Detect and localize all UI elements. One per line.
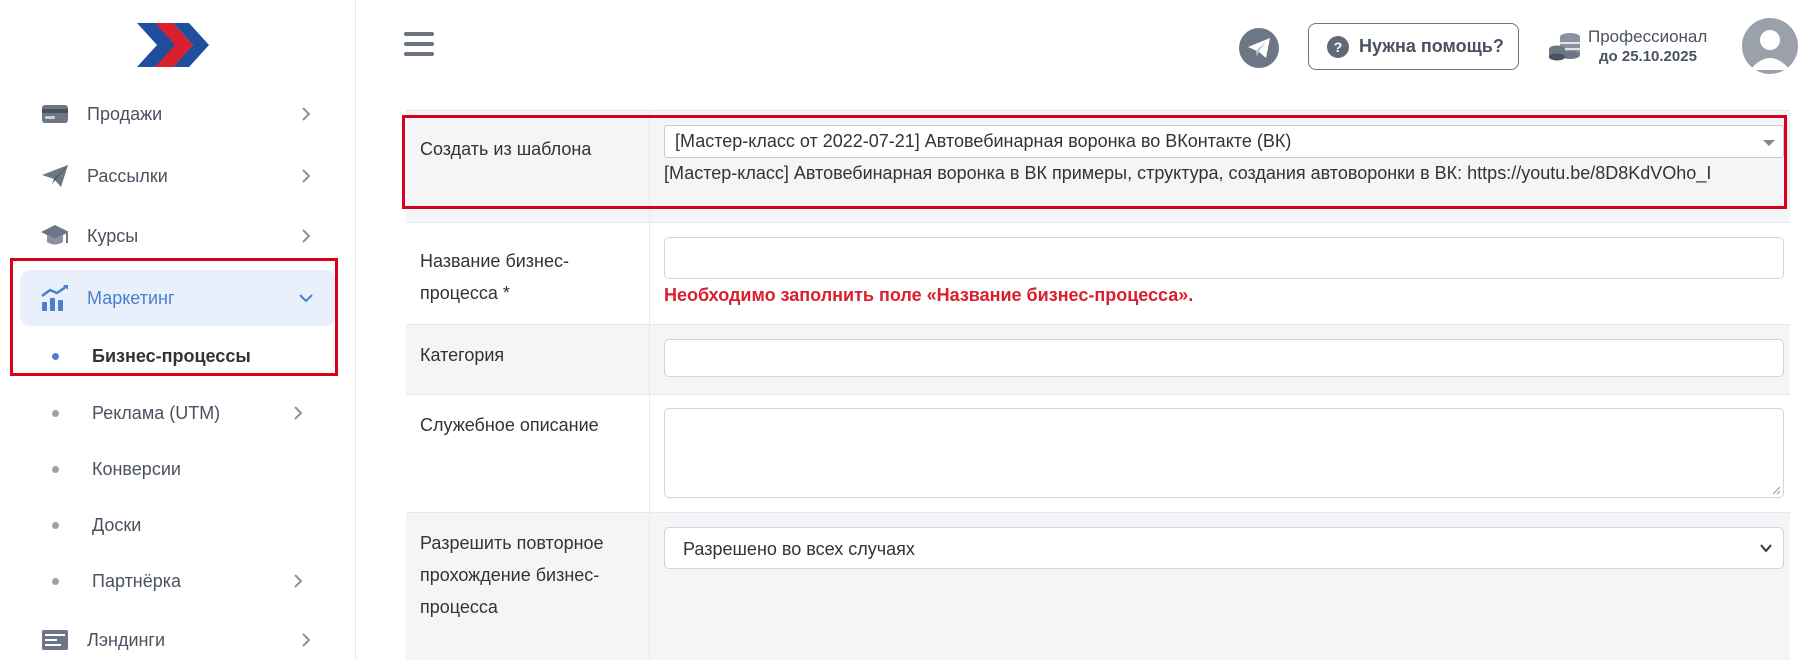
sidebar-item-label: Продажи <box>87 103 163 124</box>
bullet-icon <box>52 466 59 473</box>
sidebar-subitem-label: Доски <box>92 514 142 535</box>
repeat-label: Разрешить повторное прохождение бизнес-п… <box>406 513 650 660</box>
sidebar-subitem-boards[interactable]: Доски <box>20 500 336 550</box>
description-row: Служебное описание <box>406 394 1790 512</box>
chevron-right-icon <box>294 406 303 420</box>
name-error: Необходимо заполнить поле «Название бизн… <box>664 285 1194 305</box>
chevron-right-icon <box>302 229 311 243</box>
user-icon <box>1750 30 1790 70</box>
telegram-icon[interactable] <box>1239 28 1279 68</box>
chevron-right-icon <box>302 107 311 121</box>
sidebar-subitem-partners[interactable]: Партнёрка <box>20 556 336 606</box>
category-row: Категория <box>406 324 1790 394</box>
template-selected-value: [Мастер-класс от 2022-07-21] Автовебинар… <box>675 131 1292 151</box>
sidebar-subitem-conversions[interactable]: Конверсии <box>20 444 336 494</box>
description-label: Служебное описание <box>406 395 650 512</box>
repeat-selected-value: Разрешено во всех случаях <box>683 539 915 559</box>
resize-handle-icon[interactable] <box>1771 485 1781 495</box>
repeat-value-cell: Разрешено во всех случаях <box>650 513 1790 660</box>
caret-down-icon <box>1763 140 1775 146</box>
sidebar-subitem-label: Реклама (UTM) <box>92 402 221 423</box>
template-value-cell: [Мастер-класс от 2022-07-21] Автовебинар… <box>650 111 1790 222</box>
sidebar: Продажи Рассылки Курсы Маркетинг Бизнес-… <box>0 0 356 660</box>
sidebar-subitem-label: Бизнес-процессы <box>92 345 251 366</box>
sidebar-item-label: Курсы <box>87 225 139 246</box>
name-input[interactable] <box>664 237 1784 279</box>
sidebar-item-courses[interactable]: Курсы <box>20 208 336 264</box>
menu-toggle-icon[interactable] <box>404 32 434 60</box>
bullet-icon <box>52 410 59 417</box>
chart-icon <box>40 284 70 311</box>
sidebar-item-landings[interactable]: Лэндинги <box>20 612 336 660</box>
sidebar-item-label: Лэндинги <box>87 629 166 650</box>
help-button-label: Нужна помощь? <box>1359 36 1504 56</box>
paper-plane-icon <box>40 163 70 189</box>
sidebar-item-sales[interactable]: Продажи <box>20 86 336 142</box>
name-row: Название бизнес-процесса * Необходимо за… <box>406 222 1790 324</box>
avatar[interactable] <box>1742 18 1798 74</box>
sidebar-subitem-business-processes[interactable]: Бизнес-процессы <box>20 331 336 381</box>
chevron-right-icon <box>302 633 311 647</box>
question-icon: ? <box>1327 35 1349 58</box>
sidebar-subitem-label: Партнёрка <box>92 570 182 591</box>
repeat-select[interactable]: Разрешено во всех случаях <box>664 527 1784 569</box>
bullet-icon <box>52 578 59 585</box>
bullet-icon <box>52 353 59 360</box>
category-value-cell <box>650 325 1790 394</box>
description-textarea[interactable] <box>664 408 1784 498</box>
chevron-right-icon <box>302 169 311 183</box>
category-input[interactable] <box>664 339 1784 377</box>
logo-icon[interactable] <box>133 20 213 70</box>
chevron-down-icon <box>1760 544 1772 553</box>
chevron-right-icon <box>294 574 303 588</box>
plan-info[interactable]: Профессионал до 25.10.2025 <box>1548 27 1718 67</box>
bullet-icon <box>52 522 59 529</box>
template-description: [Мастер-класс] Автовебинарная воронка в … <box>664 163 1712 183</box>
landing-icon <box>40 627 70 653</box>
template-label: Создать из шаблона <box>406 111 650 222</box>
category-label: Категория <box>406 325 650 394</box>
plan-name: Профессионал <box>1588 27 1708 46</box>
graduation-cap-icon <box>40 223 70 249</box>
sidebar-item-marketing[interactable]: Маркетинг <box>20 270 336 326</box>
name-label: Название бизнес-процесса * <box>406 223 650 324</box>
description-value-cell <box>650 395 1790 512</box>
template-select[interactable]: [Мастер-класс от 2022-07-21] Автовебинар… <box>664 125 1784 158</box>
template-row: Создать из шаблона [Мастер-класс от 2022… <box>406 110 1790 222</box>
sidebar-item-mailings[interactable]: Рассылки <box>20 148 336 204</box>
sidebar-subitem-label: Конверсии <box>92 458 181 479</box>
wallet-icon <box>40 101 70 127</box>
coins-icon <box>1549 33 1580 61</box>
plan-date: до 25.10.2025 <box>1599 48 1697 65</box>
repeat-row: Разрешить повторное прохождение бизнес-п… <box>406 512 1790 660</box>
sidebar-subitem-utm[interactable]: Реклама (UTM) <box>20 388 336 438</box>
name-value-cell: Необходимо заполнить поле «Название бизн… <box>650 223 1790 324</box>
sidebar-item-label: Маркетинг <box>87 287 175 308</box>
chevron-down-icon <box>299 294 313 303</box>
help-button[interactable]: ? Нужна помощь? <box>1308 23 1519 70</box>
sidebar-item-label: Рассылки <box>87 165 168 186</box>
